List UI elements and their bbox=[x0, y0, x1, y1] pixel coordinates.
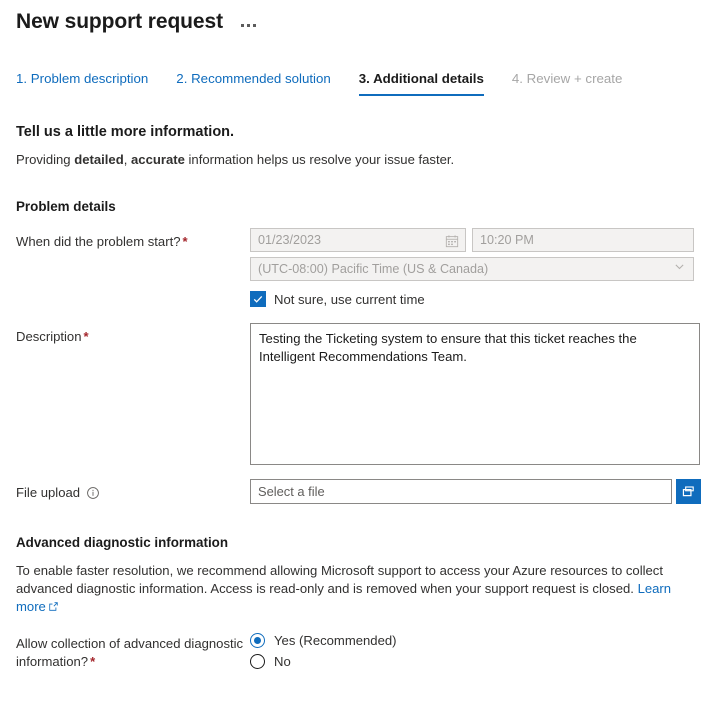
file-upload-line bbox=[250, 479, 701, 504]
ellipsis-dot bbox=[246, 23, 250, 27]
label-file-upload: File upload bbox=[16, 479, 250, 502]
tab-recommended-solution[interactable]: 2. Recommended solution bbox=[176, 70, 330, 96]
label-consent-text: Allow collection of advanced diagnostic … bbox=[16, 636, 244, 669]
intro-subtext: Providing detailed, accurate information… bbox=[16, 151, 717, 169]
required-marker: * bbox=[90, 654, 96, 669]
intro-sub-bold-detailed: detailed bbox=[74, 152, 124, 167]
problem-start-fields: 01/23/2023 10:20 PM (UTC-08:00) Pacific … bbox=[250, 228, 701, 307]
label-description-text: Description bbox=[16, 329, 82, 344]
label-problem-start: When did the problem start? * bbox=[16, 228, 250, 251]
page-header: New support request bbox=[0, 0, 717, 36]
radio-option-no[interactable]: No bbox=[250, 654, 701, 669]
date-time-line: 01/23/2023 10:20 PM bbox=[250, 228, 701, 252]
not-sure-label: Not sure, use current time bbox=[274, 291, 425, 307]
form-row-description: Description * bbox=[0, 323, 717, 465]
browse-file-button[interactable] bbox=[676, 479, 701, 504]
form-row-consent: Allow collection of advanced diagnostic … bbox=[0, 633, 717, 675]
description-textarea[interactable] bbox=[250, 323, 700, 465]
ellipsis-dot bbox=[252, 23, 256, 27]
required-marker: * bbox=[83, 329, 89, 344]
radio-no-label: No bbox=[274, 654, 291, 669]
form-row-problem-start: When did the problem start?* 01/23/2023 bbox=[0, 228, 717, 307]
ellipsis-dot bbox=[240, 23, 244, 27]
intro-sub-p1: Providing bbox=[16, 152, 75, 167]
tab-review-create: 4. Review + create bbox=[511, 71, 623, 86]
description-fields bbox=[250, 323, 701, 465]
time-input[interactable]: 10:20 PM bbox=[472, 228, 694, 252]
problem-details-form: When did the problem start?* 01/23/2023 bbox=[0, 228, 717, 504]
radio-yes-label: Yes (Recommended) bbox=[274, 633, 397, 648]
label-consent: Allow collection of advanced diagnostic … bbox=[16, 633, 250, 671]
advanced-diagnostic-heading: Advanced diagnostic information bbox=[16, 535, 229, 550]
form-row-file-upload: File upload bbox=[0, 479, 717, 504]
intro-block: Tell us a little more information. Provi… bbox=[16, 122, 717, 169]
check-icon bbox=[253, 296, 263, 303]
timezone-value: (UTC-08:00) Pacific Time (US & Canada) bbox=[258, 262, 489, 276]
date-input-value: 01/23/2023 bbox=[258, 233, 322, 247]
advanced-diagnostic-text: To enable faster resolution, we recommen… bbox=[16, 562, 688, 617]
time-input-value: 10:20 PM bbox=[480, 233, 534, 247]
tab-additional-details[interactable]: 3. Additional details bbox=[358, 70, 484, 96]
label-file-upload-text: File upload bbox=[16, 485, 81, 500]
external-link-icon bbox=[48, 599, 59, 617]
advanced-body-text: To enable faster resolution, we recommen… bbox=[16, 563, 663, 596]
label-problem-start-text: When did the problem start? bbox=[16, 234, 181, 249]
radio-option-yes[interactable]: Yes (Recommended) bbox=[250, 633, 701, 648]
intro-sub-p2: , bbox=[123, 152, 131, 167]
problem-details-heading: Problem details bbox=[16, 199, 116, 214]
intro-sub-p3: information helps us resolve your issue … bbox=[184, 152, 455, 167]
intro-sub-bold-accurate: accurate bbox=[131, 152, 185, 167]
wizard-tabs: 1. Problem description 2. Recommended so… bbox=[16, 70, 717, 96]
intro-heading: Tell us a little more information. bbox=[16, 124, 235, 140]
chevron-down-icon bbox=[673, 258, 686, 280]
radio-yes-indicator[interactable] bbox=[250, 633, 265, 648]
radio-no-indicator[interactable] bbox=[250, 654, 265, 669]
page-title: New support request bbox=[16, 10, 223, 33]
info-circle-icon[interactable] bbox=[86, 486, 100, 500]
folder-open-icon bbox=[682, 486, 694, 497]
file-path-input[interactable] bbox=[250, 479, 672, 504]
consent-radio-group: Yes (Recommended) No bbox=[250, 633, 701, 675]
date-input[interactable]: 01/23/2023 bbox=[250, 228, 466, 252]
required-marker: * bbox=[182, 234, 188, 249]
not-sure-checkbox-row[interactable]: Not sure, use current time bbox=[250, 291, 701, 307]
timezone-dropdown[interactable]: (UTC-08:00) Pacific Time (US & Canada) bbox=[250, 257, 694, 281]
more-options-icon[interactable] bbox=[239, 20, 258, 31]
calendar-icon bbox=[445, 233, 459, 255]
file-upload-fields bbox=[250, 479, 701, 504]
label-description: Description * bbox=[16, 323, 250, 346]
not-sure-checkbox[interactable] bbox=[250, 291, 266, 307]
tab-problem-description[interactable]: 1. Problem description bbox=[16, 70, 148, 96]
